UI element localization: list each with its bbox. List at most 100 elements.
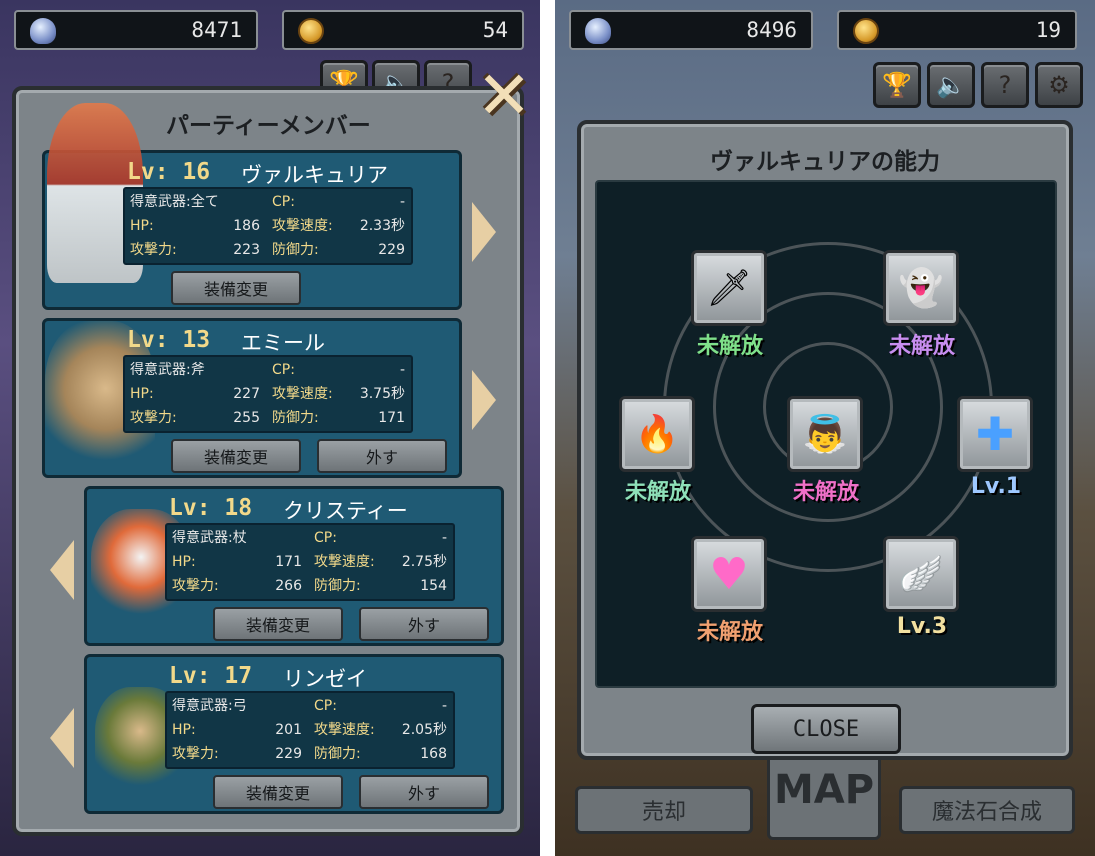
cp-value: - <box>399 194 405 210</box>
weapon-label: 得意武器:斧 <box>130 362 205 378</box>
atk-value: 266 <box>275 578 302 594</box>
def-label: 防御力: <box>314 746 361 762</box>
coin-counter: 19 <box>837 10 1077 50</box>
speed-value: 2.75秒 <box>401 554 447 570</box>
ability-screen: 8496 19 🏆 🔈 ? ⚙ 売却 MAP 魔法石合成 ヴァルキュリアの能力 … <box>555 0 1095 856</box>
gear-icon: ⚙ <box>1048 71 1070 99</box>
equip-change-button[interactable]: 装備変更 <box>171 271 301 305</box>
weapon-label: 得意武器:弓 <box>172 698 247 714</box>
wing-icon[interactable]: 🪽 <box>883 536 959 612</box>
skill-label: 未解放 <box>624 480 691 505</box>
speed-label: 攻撃速度: <box>314 554 375 570</box>
equip-change-button[interactable]: 装備変更 <box>171 439 301 473</box>
fire-wall-icon[interactable]: 🔥 <box>619 396 695 472</box>
coin-counter: 54 <box>282 10 524 50</box>
equip-change-button[interactable]: 装備変更 <box>213 775 343 809</box>
remove-button[interactable]: 外す <box>317 439 447 473</box>
remove-button[interactable]: 外す <box>359 775 489 809</box>
speed-label: 攻撃速度: <box>314 722 375 738</box>
weapon-label: 得意武器:杖 <box>172 530 247 546</box>
close-button[interactable]: CLOSE <box>751 704 901 754</box>
member-level: Lv: 18 <box>169 495 253 521</box>
member-stats: 得意武器:杖 CP: - HP: 171 攻撃速度: 2.75秒 攻撃力: 266 防御力: 1… <box>165 523 455 601</box>
skill-label: 未解放 <box>696 620 763 645</box>
prev-arrow-icon[interactable] <box>50 708 74 768</box>
hp-value: 227 <box>233 386 260 402</box>
hp-value: 201 <box>275 722 302 738</box>
member-card: Lv: 17 リンゼイ 得意武器:弓 CP: - HP: 201 攻撃速度: 2.05秒 … <box>84 654 504 814</box>
cross-icon[interactable]: ✚ <box>957 396 1033 472</box>
trophy-icon: 🏆 <box>882 71 912 99</box>
crystal-counter: 8496 <box>569 10 813 50</box>
speed-value: 2.33秒 <box>359 218 405 234</box>
crystal-counter: 8471 <box>14 10 258 50</box>
atk-value: 223 <box>233 242 260 258</box>
hp-label: HP: <box>130 218 154 234</box>
def-value: 168 <box>420 746 447 762</box>
trophy-button[interactable]: 🏆 <box>873 62 921 108</box>
atk-label: 攻撃力: <box>172 746 219 762</box>
cp-value: - <box>441 698 447 714</box>
coin-count: 54 <box>482 18 508 42</box>
remove-button[interactable]: 外す <box>359 607 489 641</box>
coin-count: 19 <box>1035 18 1061 42</box>
hp-value: 186 <box>233 218 260 234</box>
member-name: エミール <box>241 331 325 355</box>
speed-label: 攻撃速度: <box>272 386 333 402</box>
angel-icon[interactable]: 👼 <box>787 396 863 472</box>
member-level: Lv: 17 <box>169 663 253 689</box>
member-card: Lv: 16 ヴァルキュリア 得意武器:全て CP: - HP: 186 攻撃速度: 2.… <box>42 103 462 310</box>
sword-icon[interactable]: 🗡 <box>691 250 767 326</box>
hp-value: 171 <box>275 554 302 570</box>
member-stats: 得意武器:弓 CP: - HP: 201 攻撃速度: 2.05秒 攻撃力: 229 防御力: 1… <box>165 691 455 769</box>
def-value: 171 <box>378 410 405 426</box>
next-arrow-icon[interactable] <box>472 370 496 430</box>
panel-title: ヴァルキュリアの能力 <box>710 149 940 175</box>
member-name: クリスティー <box>283 499 408 523</box>
ability-board: 🗡 未解放 👻 未解放 🔥 未解放 👼 未解放 ✚ Lv.1 ♥ 未解放 🪽 L… <box>595 180 1057 688</box>
atk-label: 攻撃力: <box>130 410 177 426</box>
cp-label: CP: <box>272 362 295 378</box>
skill-label: Lv.1 <box>970 474 1022 499</box>
heart-icon[interactable]: ♥ <box>691 536 767 612</box>
cp-value: - <box>441 530 447 546</box>
equip-change-button[interactable]: 装備変更 <box>213 607 343 641</box>
speaker-button[interactable]: 🔈 <box>927 62 975 108</box>
next-arrow-icon[interactable] <box>472 202 496 262</box>
member-name: リンゼイ <box>283 667 367 691</box>
settings-button[interactable]: ⚙ <box>1035 62 1083 108</box>
member-level: Lv: 16 <box>127 159 211 185</box>
prev-arrow-icon[interactable] <box>50 540 74 600</box>
def-label: 防御力: <box>272 410 319 426</box>
help-button[interactable]: ? <box>981 62 1029 108</box>
close-x-icon[interactable]: ✕ <box>472 63 536 130</box>
member-card: Lv: 13 エミール 得意武器:斧 CP: - HP: 227 攻撃速度: 3.75秒 … <box>42 318 462 478</box>
hp-label: HP: <box>172 722 196 738</box>
skill-label: 未解放 <box>792 480 859 505</box>
member-level: Lv: 13 <box>127 327 211 353</box>
speed-label: 攻撃速度: <box>272 218 333 234</box>
def-value: 229 <box>378 242 405 258</box>
def-label: 防御力: <box>314 578 361 594</box>
ability-panel: ヴァルキュリアの能力 🗡 未解放 👻 未解放 🔥 未解放 👼 未解放 ✚ Lv.… <box>577 120 1073 760</box>
member-card: Lv: 18 クリスティー 得意武器:杖 CP: - HP: 171 攻撃速度: 2.75… <box>84 486 504 646</box>
cp-label: CP: <box>314 698 337 714</box>
sell-button[interactable]: 売却 <box>575 786 753 834</box>
coin-icon <box>298 18 324 44</box>
ghost-icon[interactable]: 👻 <box>883 250 959 326</box>
member-stats: 得意武器:斧 CP: - HP: 227 攻撃速度: 3.75秒 攻撃力: 255 防御力: 1… <box>123 355 413 433</box>
crystal-icon <box>30 18 56 44</box>
skill-label: 未解放 <box>888 334 955 359</box>
atk-value: 229 <box>275 746 302 762</box>
speaker-icon: 🔈 <box>936 71 966 99</box>
member-name: ヴァルキュリア <box>241 163 388 187</box>
panel-title: パーティーメンバー <box>166 113 371 139</box>
crystal-count: 8496 <box>746 18 797 42</box>
crystal-icon <box>585 18 611 44</box>
help-icon: ? <box>998 71 1012 99</box>
speed-value: 2.05秒 <box>401 722 447 738</box>
party-panel: パーティーメンバー Lv: 16 ヴァルキュリア 得意武器:全て CP: - HP:… <box>12 86 524 836</box>
hp-label: HP: <box>130 386 154 402</box>
magic-stone-fusion-button[interactable]: 魔法石合成 <box>899 786 1075 834</box>
atk-label: 攻撃力: <box>130 242 177 258</box>
